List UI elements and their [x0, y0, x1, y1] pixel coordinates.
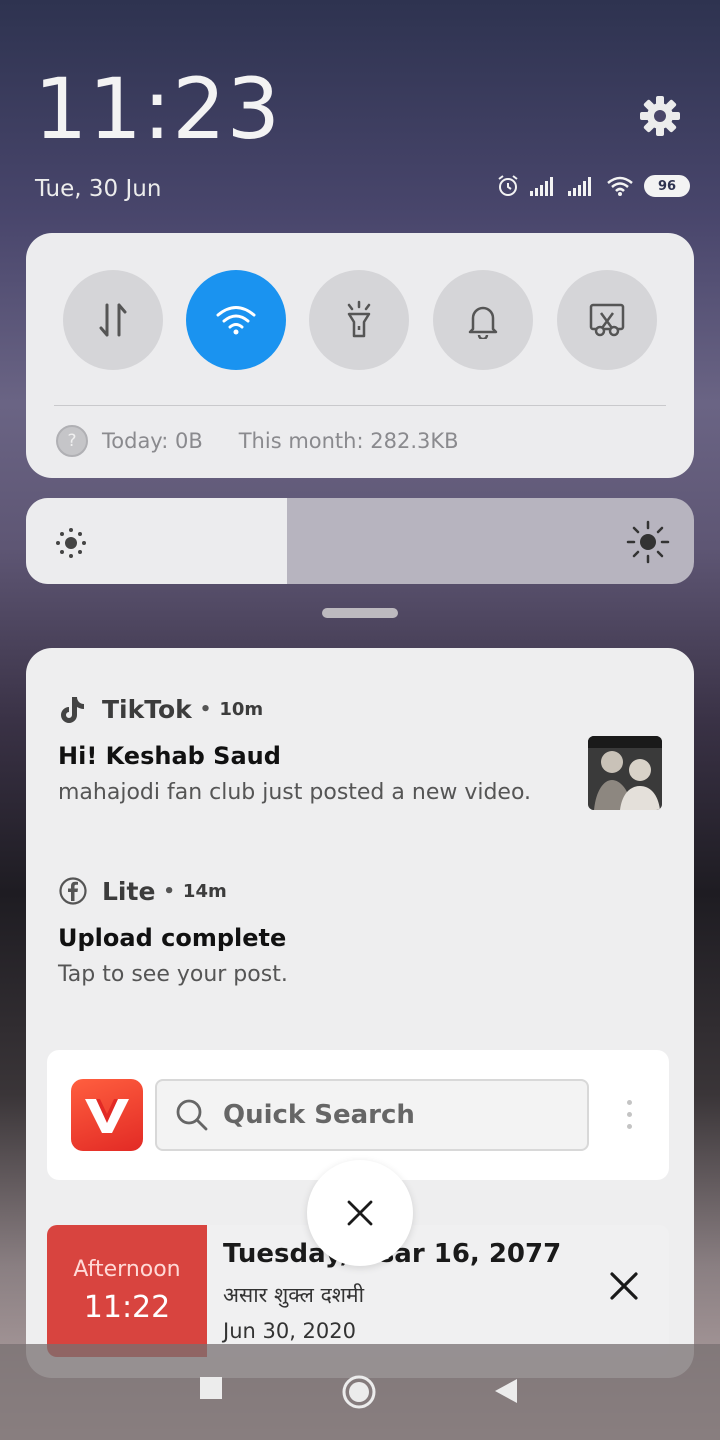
- notification-app-name: Lite: [102, 876, 156, 906]
- alarm-icon: [498, 175, 518, 196]
- notification-header: TikTok • 10m: [58, 694, 662, 724]
- notification-tiktok[interactable]: TikTok • 10m Hi! Keshab Saud mahajodi fa…: [58, 694, 662, 810]
- signal-icon: [530, 177, 553, 196]
- separator-dot: •: [199, 698, 212, 720]
- quick-search-input[interactable]: Quick Search: [155, 1079, 589, 1151]
- wifi-toggle[interactable]: [186, 270, 286, 370]
- calendar-time: 11:22: [83, 1290, 171, 1325]
- notification-text: Tap to see your post.: [58, 962, 288, 987]
- date[interactable]: Tue, 30 Jun: [35, 176, 161, 202]
- tiktok-icon: [61, 697, 84, 723]
- facebook-icon: [59, 877, 87, 905]
- close-icon: [347, 1200, 373, 1226]
- notification-time: 14m: [182, 880, 227, 902]
- mobile-data-icon: [99, 303, 127, 337]
- brightness-low-icon: [56, 528, 86, 558]
- notification-header: Lite • 14m: [58, 876, 662, 906]
- recents-button[interactable]: [199, 1376, 223, 1400]
- back-button[interactable]: [494, 1378, 518, 1404]
- calendar-nepali-date: असार शुक्ल दशमी: [223, 1283, 365, 1307]
- mobile-data-toggle[interactable]: [63, 270, 163, 370]
- wifi-icon: [216, 306, 256, 335]
- battery-icon: 96: [644, 175, 690, 197]
- clear-all-button[interactable]: [307, 1160, 413, 1266]
- vidmate-logo-icon[interactable]: [71, 1079, 143, 1151]
- signal-icon: [568, 177, 591, 196]
- home-button[interactable]: [341, 1374, 377, 1410]
- screenshot-toggle[interactable]: [557, 270, 657, 370]
- search-placeholder: Quick Search: [223, 1100, 415, 1130]
- clock[interactable]: 11:23: [34, 60, 281, 158]
- brightness-slider[interactable]: [26, 498, 694, 584]
- video-thumbnail: [588, 736, 662, 810]
- settings-gear-icon[interactable]: [639, 95, 681, 137]
- notification-title: Upload complete: [58, 924, 287, 952]
- calendar-gregorian-date: Jun 30, 2020: [223, 1319, 357, 1343]
- navigation-bar: [0, 1344, 720, 1440]
- notification-lite[interactable]: Lite • 14m Upload complete Tap to see yo…: [58, 876, 662, 988]
- divider: [54, 405, 666, 406]
- data-month: This month: 282.3KB: [238, 429, 459, 453]
- part-of-day: Afternoon: [73, 1257, 181, 1282]
- search-icon: [176, 1099, 208, 1131]
- close-icon[interactable]: [609, 1271, 639, 1301]
- sound-toggle[interactable]: [433, 270, 533, 370]
- flashlight-toggle[interactable]: [309, 270, 409, 370]
- calendar-time-block: Afternoon 11:22: [47, 1225, 207, 1357]
- brightness-high-icon: [626, 520, 670, 564]
- notification-time: 10m: [219, 698, 264, 720]
- notification-text: mahajodi fan club just posted a new vide…: [58, 780, 532, 805]
- scissors-screenshot-icon: [589, 303, 625, 337]
- bell-icon: [468, 306, 498, 339]
- notification-app-name: TikTok: [102, 694, 192, 724]
- help-icon: ?: [56, 425, 88, 457]
- drag-handle[interactable]: [322, 608, 398, 618]
- notification-title: Hi! Keshab Saud: [58, 742, 281, 770]
- wifi-status-icon: [607, 176, 633, 196]
- quick-settings-panel: ? Today: 0B This month: 282.3KB: [26, 233, 694, 478]
- more-options-icon[interactable]: [627, 1100, 633, 1136]
- separator-dot: •: [163, 880, 175, 902]
- data-today: Today: 0B: [102, 429, 203, 453]
- data-usage-row[interactable]: ? Today: 0B This month: 282.3KB: [56, 425, 459, 457]
- flashlight-icon: [347, 300, 371, 338]
- status-icons: 96: [496, 174, 690, 198]
- notification-panel: TikTok • 10m Hi! Keshab Saud mahajodi fa…: [26, 648, 694, 1378]
